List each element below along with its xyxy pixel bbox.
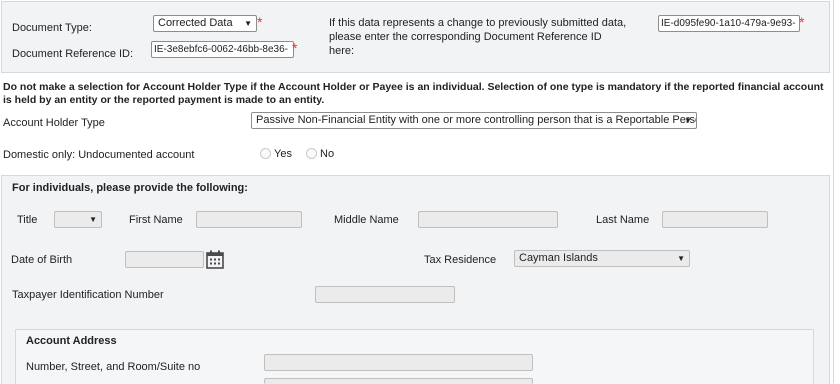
account-holder-type-value: Passive Non-Financial Entity with one or… — [256, 114, 697, 126]
chevron-down-icon: ▼ — [244, 19, 252, 28]
middle-name-label: Middle Name — [334, 214, 399, 226]
account-holder-type-select[interactable]: Passive Non-Financial Entity with one or… — [251, 112, 697, 129]
page-border — [833, 0, 834, 383]
document-type-label: Document Type: — [12, 22, 92, 34]
account-address-heading: Account Address — [26, 335, 117, 347]
radio-no[interactable] — [306, 148, 317, 159]
tin-label: Taxpayer Identification Number — [12, 289, 164, 301]
document-reference-field[interactable]: IE-3e8ebfc6-0062-46bb-8e36- — [151, 41, 294, 58]
domestic-undocumented-label: Domestic only: Undocumented account — [3, 149, 195, 161]
chevron-down-icon: ▼ — [89, 215, 97, 224]
correction-note: If this data represents a change to prev… — [329, 17, 627, 57]
first-name-label: First Name — [129, 214, 183, 226]
chevron-down-icon: ▼ — [684, 116, 692, 125]
last-name-label: Last Name — [596, 214, 650, 226]
tin-field[interactable] — [315, 286, 455, 303]
required-marker: * — [799, 14, 805, 30]
required-marker: * — [292, 40, 298, 56]
title-label: Title — [17, 214, 38, 226]
document-type-select[interactable]: Corrected Data ▼ — [153, 15, 257, 32]
street-field[interactable] — [264, 354, 533, 371]
date-of-birth-field[interactable] — [125, 251, 204, 268]
required-marker: * — [257, 14, 263, 30]
account-holder-type-label: Account Holder Type — [3, 117, 105, 129]
tax-residence-label: Tax Residence — [424, 254, 497, 266]
street-label: Number, Street, and Room/Suite no — [26, 361, 201, 373]
radio-no-label: No — [320, 148, 335, 160]
tax-residence-value: Cayman Islands — [519, 252, 598, 264]
document-reference-label: Document Reference ID: — [12, 48, 134, 60]
chevron-down-icon: ▼ — [677, 254, 685, 263]
tax-residence-select[interactable]: Cayman Islands ▼ — [514, 250, 690, 267]
calendar-icon[interactable] — [206, 250, 224, 269]
middle-name-field[interactable] — [418, 211, 558, 228]
first-name-field[interactable] — [196, 211, 302, 228]
radio-yes-label: Yes — [274, 148, 292, 160]
radio-yes[interactable] — [260, 148, 271, 159]
document-type-value: Corrected Data — [158, 17, 233, 29]
account-holder-notice: Do not make a selection for Account Hold… — [3, 81, 824, 106]
title-select[interactable]: ▼ — [54, 211, 102, 228]
street-field-2[interactable] — [264, 378, 533, 384]
date-of-birth-label: Date of Birth — [11, 254, 73, 266]
corresponding-reference-field[interactable]: IE-d095fe90-1a10-479a-9e93- — [658, 15, 800, 32]
last-name-field[interactable] — [662, 211, 768, 228]
individuals-heading: For individuals, please provide the foll… — [12, 182, 248, 194]
